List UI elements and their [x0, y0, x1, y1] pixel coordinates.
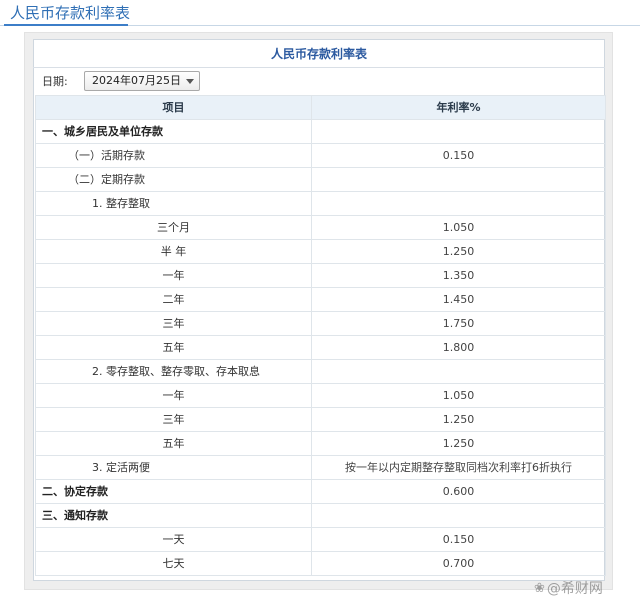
row-item-label: 二年	[35, 287, 312, 312]
row-item-label: 三年	[35, 407, 312, 432]
row-rate-value	[311, 359, 606, 384]
row-rate-value: 0.600	[311, 479, 606, 504]
column-header-rate: 年利率%	[311, 95, 606, 120]
row-item-label: 2. 零存整取、整存零取、存本取息	[35, 359, 312, 384]
row-item-label: 三个月	[35, 215, 312, 240]
row-item-label: 1. 整存整取	[35, 191, 312, 216]
rate-table: 项目 年利率% 一、城乡居民及单位存款 （一）活期存款 0.150 （二）定期存款 1.…	[35, 95, 606, 576]
table-row: 二年 1.450	[35, 287, 606, 312]
row-item-label: 七天	[35, 551, 312, 576]
row-rate-value: 0.700	[311, 551, 606, 576]
row-rate-value: 0.150	[311, 527, 606, 552]
row-item-label: 三年	[35, 311, 312, 336]
row-rate-value: 1.750	[311, 311, 606, 336]
table-row: （一）活期存款 0.150	[35, 143, 606, 168]
caption-divider	[33, 67, 605, 68]
table-row: 一年 1.350	[35, 263, 606, 288]
table-caption: 人民币存款利率表	[270, 47, 367, 61]
watermark-text: @希财网	[546, 581, 603, 597]
date-label: 日期:	[42, 75, 68, 88]
row-item-label: 三、通知存款	[35, 503, 312, 528]
row-item-label: 一、城乡居民及单位存款	[35, 119, 312, 144]
row-rate-value: 1.800	[311, 335, 606, 360]
table-row: 三年 1.750	[35, 311, 606, 336]
row-item-label: 3. 定活两便	[35, 455, 312, 480]
page-header: 人民币存款利率表	[0, 0, 640, 28]
table-row: 一、城乡居民及单位存款	[35, 119, 606, 144]
row-item-label: 二、协定存款	[35, 479, 312, 504]
row-rate-value: 1.250	[311, 239, 606, 264]
table-row: 半 年 1.250	[35, 239, 606, 264]
chevron-down-icon	[186, 79, 194, 84]
table-row: 三个月 1.050	[35, 215, 606, 240]
column-header-item: 项目	[35, 95, 312, 120]
row-item-label: 五年	[35, 431, 312, 456]
table-row: 1. 整存整取	[35, 191, 606, 216]
row-item-label: 一年	[35, 263, 312, 288]
table-row: 2. 零存整取、整存零取、存本取息	[35, 359, 606, 384]
table-header-row: 项目 年利率%	[35, 95, 606, 120]
table-row: 五年 1.250	[35, 431, 606, 456]
row-rate-value	[311, 191, 606, 216]
table-row: 五年 1.800	[35, 335, 606, 360]
table-row: 一天 0.150	[35, 527, 606, 552]
row-item-label: （二）定期存款	[35, 167, 312, 192]
table-row: 一年 1.050	[35, 383, 606, 408]
watermark: ❀ @希财网	[534, 578, 603, 600]
page-title: 人民币存款利率表	[10, 4, 131, 22]
row-rate-value: 1.450	[311, 287, 606, 312]
row-item-label: 半 年	[35, 239, 312, 264]
row-rate-value	[311, 503, 606, 528]
date-select-value: 2024年07月25日	[92, 74, 181, 87]
row-item-label: 一年	[35, 383, 312, 408]
row-rate-value: 0.150	[311, 143, 606, 168]
row-rate-value: 1.050	[311, 383, 606, 408]
table-row: 3. 定活两便 按一年以内定期整存整取同档次利率打6折执行	[35, 455, 606, 480]
row-item-label: 一天	[35, 527, 312, 552]
row-rate-value	[311, 119, 606, 144]
table-row: 三年 1.250	[35, 407, 606, 432]
row-rate-value: 1.050	[311, 215, 606, 240]
table-row: 三、通知存款	[35, 503, 606, 528]
row-rate-value: 1.350	[311, 263, 606, 288]
row-rate-value: 1.250	[311, 407, 606, 432]
title-underline	[4, 24, 128, 26]
date-select[interactable]: 2024年07月25日	[84, 71, 200, 91]
row-item-label: 五年	[35, 335, 312, 360]
row-rate-value: 按一年以内定期整存整取同档次利率打6折执行	[311, 455, 606, 480]
row-rate-value	[311, 167, 606, 192]
table-row: 七天 0.700	[35, 551, 606, 576]
table-row: 二、协定存款 0.600	[35, 479, 606, 504]
table-row: （二）定期存款	[35, 167, 606, 192]
row-rate-value: 1.250	[311, 431, 606, 456]
row-item-label: （一）活期存款	[35, 143, 312, 168]
paw-icon: ❀	[534, 581, 545, 596]
